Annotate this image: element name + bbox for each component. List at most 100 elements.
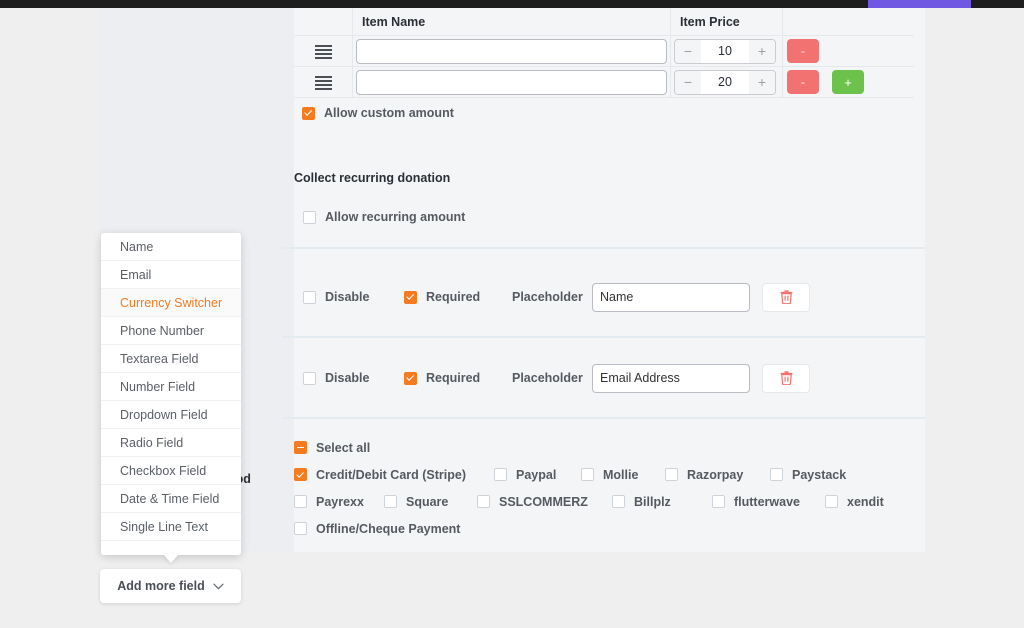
price-value[interactable]: 20 [701, 70, 749, 94]
payment-option-offline[interactable]: Offline/Cheque Payment [294, 522, 460, 536]
field-required-checkbox[interactable] [404, 290, 417, 304]
allow-custom-amount-row[interactable]: Allow custom amount [302, 106, 454, 120]
payment-label-square: Square [406, 494, 449, 509]
item-name-input[interactable] [356, 38, 667, 64]
page-background-left [0, 8, 100, 628]
field-required-group[interactable]: Required [404, 371, 512, 385]
section-divider-1 [282, 247, 925, 249]
payment-label-paypal: Paypal [516, 467, 557, 482]
price-stepper: − 10 + [674, 38, 776, 64]
field-placeholder-label: Placeholder [512, 371, 583, 385]
dropdown-item-date-time-field[interactable]: Date & Time Field [101, 485, 241, 513]
payment-methods-row-1: Credit/Debit Card (Stripe) Paypal Mollie… [294, 461, 914, 488]
dropdown-item-dropdown-field[interactable]: Dropdown Field [101, 401, 241, 429]
page-background-right [925, 8, 1024, 628]
payment-checkbox-mollie[interactable] [581, 468, 594, 481]
select-all-group[interactable]: Select all [294, 441, 394, 455]
dropdown-item-phone-number[interactable]: Phone Number [101, 317, 241, 345]
field-placeholder-input[interactable] [592, 282, 750, 312]
price-value[interactable]: 10 [701, 39, 749, 63]
payment-option-razorpay[interactable]: Razorpay [665, 468, 770, 482]
recurring-section-heading: Collect recurring donation [294, 171, 451, 185]
table-header-row: Item Name Item Price [294, 7, 914, 36]
payment-label-flutterwave: flutterwave [734, 494, 800, 509]
payment-option-paypal[interactable]: Paypal [494, 468, 581, 482]
delete-field-button[interactable] [762, 363, 810, 393]
payment-checkbox-paystack[interactable] [770, 468, 783, 481]
add-more-field-button[interactable]: Add more field [100, 569, 241, 603]
payment-checkbox-paypal[interactable] [494, 468, 507, 481]
allow-recurring-amount-checkbox[interactable] [303, 210, 316, 224]
remove-item-button[interactable]: - [787, 70, 819, 94]
field-required-label: Required [426, 371, 481, 385]
drag-handle-icon[interactable] [314, 75, 332, 90]
remove-item-button[interactable]: - [787, 39, 819, 63]
form-field-row-name: Disable Required Placeholder [294, 274, 914, 320]
item-name-cell [352, 66, 670, 98]
add-field-dropdown-menu: Name Email Currency Switcher Phone Numbe… [101, 233, 241, 563]
field-placeholder-label: Placeholder [512, 290, 583, 304]
field-required-checkbox[interactable] [404, 371, 417, 385]
field-required-group[interactable]: Required [404, 290, 512, 304]
price-increment-button[interactable]: + [749, 70, 775, 94]
payment-option-sslcommerz[interactable]: SSLCOMMERZ [477, 495, 612, 509]
donation-items-table: Item Name Item Price − 10 + - − 20 + - + [294, 7, 914, 98]
payment-methods-row-3: Offline/Cheque Payment [294, 515, 914, 542]
payment-label-xendit: xendit [847, 494, 884, 509]
dropdown-item-email[interactable]: Email [101, 261, 241, 289]
allow-recurring-amount-row[interactable]: Allow recurring amount [303, 210, 465, 224]
add-item-button[interactable]: + [832, 70, 864, 94]
dropdown-item-checkbox-field[interactable]: Checkbox Field [101, 457, 241, 485]
table-row: − 10 + - [294, 35, 914, 67]
select-all-checkbox[interactable] [294, 441, 307, 454]
payment-label-billplz: Billplz [634, 494, 671, 509]
drag-handle-icon[interactable] [314, 44, 332, 59]
payment-checkbox-billplz[interactable] [612, 495, 625, 508]
dropdown-item-name[interactable]: Name [101, 233, 241, 261]
trash-icon [780, 371, 792, 385]
payment-label-payrexx: Payrexx [316, 494, 364, 509]
payment-option-stripe[interactable]: Credit/Debit Card (Stripe) [294, 468, 494, 482]
field-disable-checkbox[interactable] [303, 371, 316, 385]
price-decrement-button[interactable]: − [675, 39, 701, 63]
price-decrement-button[interactable]: − [675, 70, 701, 94]
column-header-actions [782, 7, 914, 36]
price-increment-button[interactable]: + [749, 39, 775, 63]
dropdown-item-textarea-field[interactable]: Textarea Field [101, 345, 241, 373]
panel-left-gutter [282, 8, 294, 552]
row-drag-cell [294, 44, 352, 59]
payment-option-square[interactable]: Square [384, 495, 477, 509]
dropdown-item-radio-field[interactable]: Radio Field [101, 429, 241, 457]
payment-checkbox-payrexx[interactable] [294, 495, 307, 508]
allow-custom-amount-checkbox[interactable] [302, 106, 315, 120]
payment-option-billplz[interactable]: Billplz [612, 495, 712, 509]
payment-option-flutterwave[interactable]: flutterwave [712, 495, 825, 509]
payment-option-payrexx[interactable]: Payrexx [294, 495, 384, 509]
payment-checkbox-offline[interactable] [294, 522, 307, 535]
field-disable-group[interactable]: Disable [294, 371, 404, 385]
payment-checkbox-razorpay[interactable] [665, 468, 678, 481]
dropdown-item-number-field[interactable]: Number Field [101, 373, 241, 401]
field-disable-checkbox[interactable] [303, 290, 316, 304]
field-disable-group[interactable]: Disable [294, 290, 404, 304]
row-actions-cell: - [782, 35, 914, 67]
column-header-item-name: Item Name [352, 7, 670, 36]
payment-checkbox-xendit[interactable] [825, 495, 838, 508]
dropdown-item-single-line-text[interactable]: Single Line Text [101, 513, 241, 541]
payment-label-paystack: Paystack [792, 467, 847, 482]
payment-label-offline: Offline/Cheque Payment [316, 521, 461, 536]
dropdown-item-currency-switcher[interactable]: Currency Switcher [101, 289, 241, 317]
item-name-cell [352, 35, 670, 67]
price-stepper: − 20 + [674, 69, 776, 95]
row-actions-cell: - + [782, 66, 914, 98]
payment-checkbox-flutterwave[interactable] [712, 495, 725, 508]
payment-option-paystack[interactable]: Paystack [770, 468, 846, 482]
payment-checkbox-sslcommerz[interactable] [477, 495, 490, 508]
payment-option-mollie[interactable]: Mollie [581, 468, 665, 482]
payment-option-xendit[interactable]: xendit [825, 495, 884, 509]
field-placeholder-input[interactable] [592, 363, 750, 393]
payment-checkbox-stripe[interactable] [294, 468, 307, 481]
item-name-input[interactable] [356, 69, 667, 95]
payment-checkbox-square[interactable] [384, 495, 397, 508]
delete-field-button[interactable] [762, 282, 810, 312]
